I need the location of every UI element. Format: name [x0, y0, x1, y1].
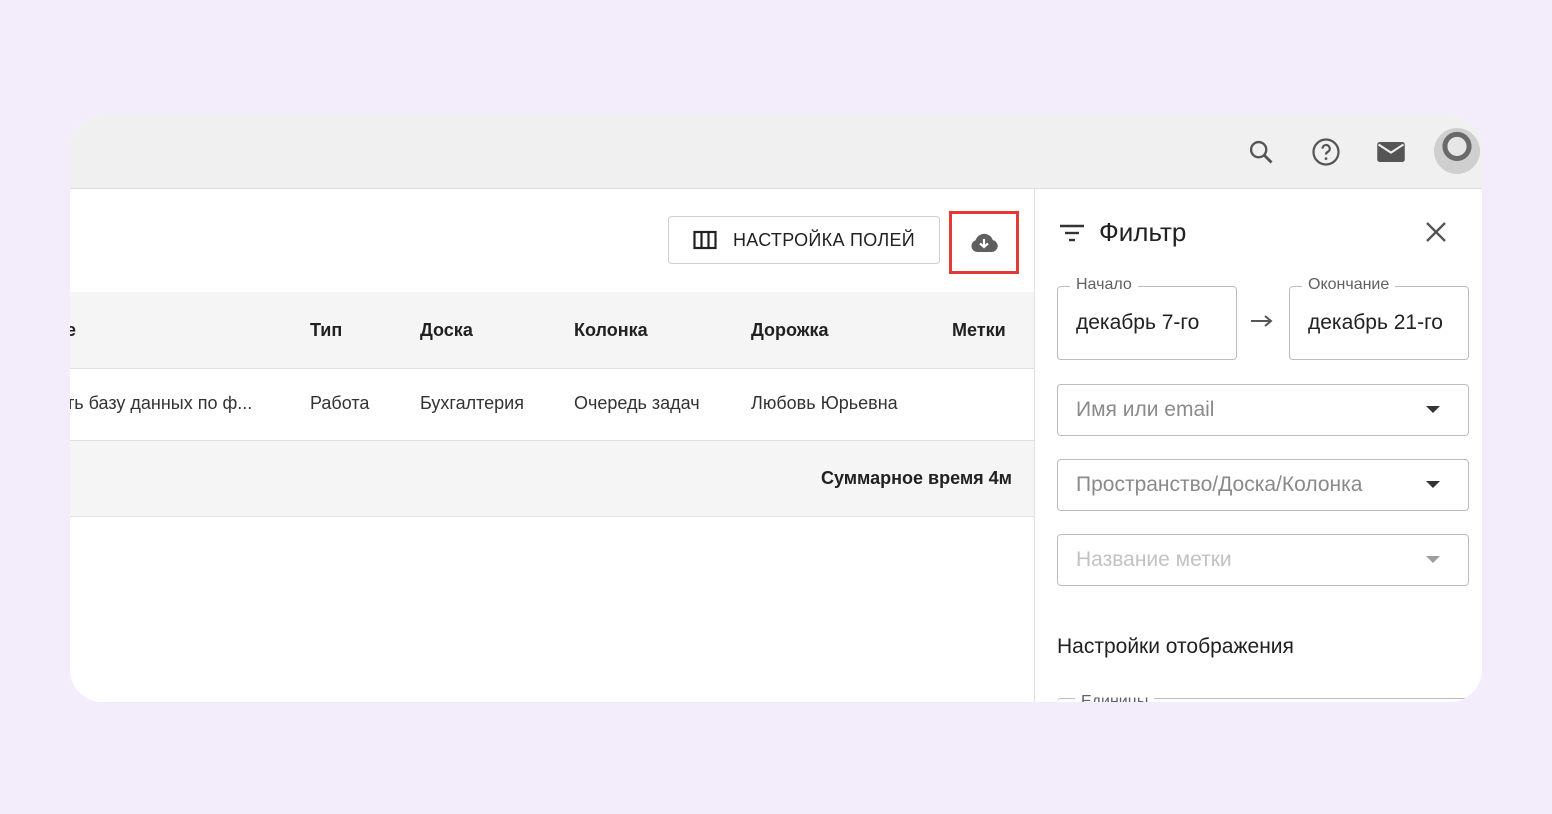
- help-icon[interactable]: [1309, 135, 1343, 169]
- dropdown-arrow-icon: [1426, 481, 1440, 488]
- field-settings-button[interactable]: НАСТРОЙКА ПОЛЕЙ: [668, 216, 940, 264]
- end-date-field[interactable]: Окончание декабрь 21-го: [1289, 276, 1469, 360]
- cloud-download-icon: [971, 233, 998, 252]
- close-icon[interactable]: [1423, 219, 1449, 245]
- table-header: е Тип Доска Колонка Дорожка Метки: [70, 292, 1034, 369]
- arrow-right-icon: [1251, 315, 1273, 327]
- cell-type: Работа: [310, 393, 370, 413]
- report-main-area: НАСТРОЙКА ПОЛЕЙ е Тип Доска Колонка Доро…: [70, 189, 1034, 702]
- display-settings-title: Настройки отображения: [1057, 635, 1294, 658]
- column-header-tags[interactable]: Метки: [952, 320, 1006, 341]
- dropdown-arrow-icon: [1426, 406, 1440, 413]
- name-email-select[interactable]: Имя или email: [1057, 384, 1469, 436]
- start-date-value: декабрь 7-го: [1076, 311, 1200, 334]
- space-board-column-select[interactable]: Пространство/Доска/Колонка: [1057, 459, 1469, 511]
- end-date-label: Окончание: [1302, 276, 1396, 294]
- cell-name: ть базу данных по ф...: [70, 393, 253, 413]
- app-window: НАСТРОЙКА ПОЛЕЙ е Тип Доска Колонка Доро…: [70, 115, 1482, 702]
- start-date-label: Начало: [1070, 276, 1138, 294]
- dropdown-arrow-icon: [1426, 556, 1440, 563]
- column-header-column[interactable]: Колонка: [574, 320, 648, 341]
- units-label: Единицы: [1075, 689, 1155, 702]
- tag-name-placeholder: Название метки: [1076, 548, 1232, 571]
- tag-name-select[interactable]: Название метки: [1057, 534, 1469, 586]
- view-columns-icon: [693, 230, 719, 250]
- total-time: Суммарное время 4м: [820, 468, 1012, 488]
- download-button[interactable]: [949, 211, 1019, 274]
- filter-icon: [1060, 224, 1084, 242]
- end-date-value: декабрь 21-го: [1308, 311, 1443, 334]
- mail-icon[interactable]: [1374, 135, 1408, 169]
- cell-lane: Любовь Юрьевна: [751, 393, 898, 413]
- column-header-type[interactable]: Тип: [310, 320, 342, 341]
- space-board-column-placeholder: Пространство/Доска/Колонка: [1076, 473, 1363, 496]
- search-icon[interactable]: [1244, 135, 1278, 169]
- name-email-placeholder: Имя или email: [1076, 398, 1215, 421]
- cell-board: Бухгалтерия: [420, 393, 524, 413]
- avatar[interactable]: [1434, 128, 1480, 174]
- cell-column: Очередь задач: [574, 393, 700, 413]
- start-date-field[interactable]: Начало декабрь 7-го: [1057, 276, 1237, 360]
- top-app-bar: [70, 115, 1482, 189]
- filter-title: Фильтр: [1099, 217, 1187, 247]
- column-header-name[interactable]: е: [70, 320, 76, 341]
- column-header-board[interactable]: Доска: [420, 320, 473, 341]
- field-settings-label: НАСТРОЙКА ПОЛЕЙ: [733, 229, 916, 250]
- column-header-lane[interactable]: Дорожка: [751, 320, 829, 341]
- table-footer: Суммарное время 4м: [70, 441, 1034, 517]
- filter-panel: Фильтр Начало декабрь 7-го Окончание дек…: [1034, 189, 1482, 702]
- table-row[interactable]: ть базу данных по ф... Работа Бухгалтери…: [70, 369, 1034, 441]
